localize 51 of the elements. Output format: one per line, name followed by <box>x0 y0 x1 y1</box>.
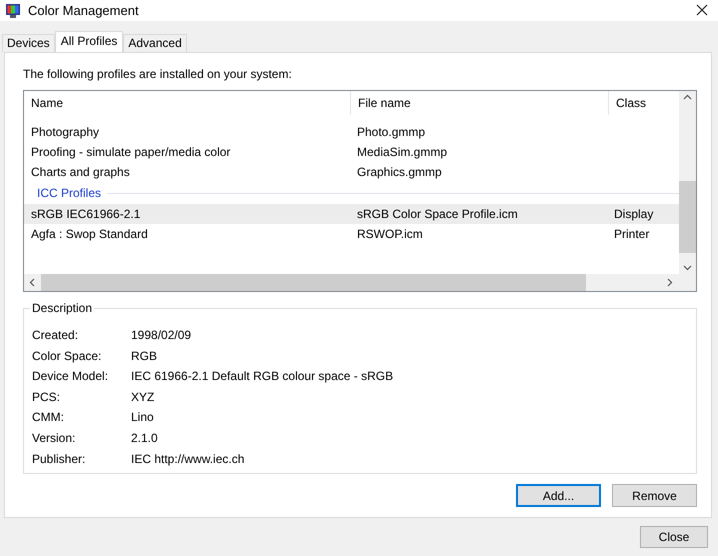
profile-class: Display <box>614 206 654 223</box>
field-label: PCS: <box>32 388 62 406</box>
close-icon[interactable] <box>696 4 708 16</box>
file-name: Photo.gmmp <box>357 124 426 141</box>
profile-name: Proofing - simulate paper/media color <box>31 144 232 161</box>
file-name: MediaSim.gmmp <box>357 144 448 161</box>
dialog-button[interactable]: Add... <box>516 484 601 507</box>
scroll-right-icon[interactable] <box>667 278 673 287</box>
file-name: RSWOP.icm <box>357 226 424 243</box>
window-title: Color Management <box>28 3 139 18</box>
field-label: Created: <box>32 327 80 344</box>
column-header[interactable]: Class <box>609 91 679 115</box>
field-value: Lino <box>131 409 154 426</box>
field-label: Publisher: <box>32 450 86 468</box>
scroll-up-icon[interactable] <box>683 94 692 100</box>
scroll-left-icon[interactable] <box>29 278 35 287</box>
profile-name: sRGB IEC61966-2.1 <box>31 206 142 223</box>
field-value: 1998/02/09 <box>131 327 192 344</box>
monitor-icon <box>5 2 21 18</box>
field-value: IEC 61966-2.1 Default RGB colour space - sRGB <box>131 368 394 386</box>
group-header[interactable]: ICC Profiles <box>37 186 102 200</box>
column-header[interactable]: File name <box>351 91 609 115</box>
profile-row[interactable]: Agfa : Swop Standard RSWOP.icm Printer <box>24 224 679 244</box>
tab[interactable]: Advanced <box>123 34 187 52</box>
field-value: IEC http://www.iec.ch <box>131 450 244 468</box>
profile-name: Charts and graphs <box>31 164 131 181</box>
dialog-button[interactable]: Remove <box>612 484 697 507</box>
vertical-scrollbar[interactable] <box>679 91 696 274</box>
field-value: 2.1.0 <box>131 430 158 447</box>
field-label: Color Space: <box>32 348 102 365</box>
intro-text: The following profiles are installed on your system: <box>23 67 293 83</box>
field-value: XYZ <box>131 388 154 406</box>
scroll-down-icon[interactable] <box>683 265 692 271</box>
close-button[interactable]: Close <box>640 526 708 548</box>
file-name: sRGB Color Space Profile.icm <box>357 206 519 223</box>
profile-row[interactable]: Charts and graphs Graphics.gmmp <box>24 162 679 182</box>
profile-name: Agfa : Swop Standard <box>31 226 149 243</box>
field-value: RGB <box>131 348 158 365</box>
tab[interactable]: Devices <box>2 34 55 52</box>
field-label: CMM: <box>32 409 65 426</box>
profile-class: Printer <box>614 226 650 243</box>
file-name: Graphics.gmmp <box>357 164 443 181</box>
profile-row[interactable]: Proofing - simulate paper/media color MediaSim.gmmp <box>24 142 679 162</box>
column-header[interactable]: Name <box>24 91 351 115</box>
profile-row[interactable]: sRGB IEC61966-2.1 sRGB Color Space Profile.icm Display <box>24 204 679 224</box>
tab[interactable]: All Profiles <box>54 31 124 52</box>
profile-row[interactable]: Photography Photo.gmmp <box>24 122 679 142</box>
field-label: Version: <box>32 430 76 447</box>
field-label: Device Model: <box>32 368 110 386</box>
profile-name: Photography <box>31 124 100 141</box>
group-title: Description <box>30 301 94 315</box>
